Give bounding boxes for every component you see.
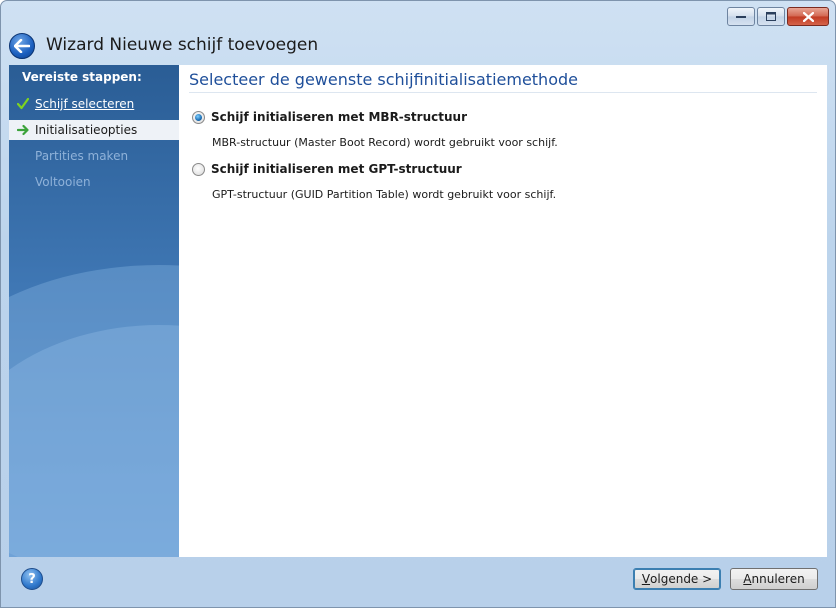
window-title: Wizard Nieuwe schijf toevoegen [46,35,319,55]
page-title: Selecteer de gewenste schijfinitialisati… [189,70,578,89]
help-icon: ? [28,571,36,587]
sidebar-step-select-disk[interactable]: Schijf selecteren [9,94,179,114]
sidebar-step-finish: Voltooien [9,172,179,192]
mbr-option-label[interactable]: Schijf initialiseren met MBR-structuur [211,110,467,124]
close-icon [802,11,814,22]
gpt-option-label[interactable]: Schijf initialiseren met GPT-structuur [211,162,462,176]
title-bar: Wizard Nieuwe schijf toevoegen [1,1,835,65]
window-controls [727,7,829,26]
title-divider [189,92,817,93]
back-arrow-icon [14,39,30,53]
next-label: olgende > [650,572,713,586]
sidebar-step-init-options: Initialisatieopties [9,120,179,140]
maximize-button[interactable] [757,7,785,26]
back-button[interactable] [9,33,35,59]
steps-sidebar: Vereiste stappen: Schijf selecteren Init… [9,65,179,557]
maximize-icon [766,12,776,21]
sidebar-step-label: Initialisatieopties [35,123,138,137]
sidebar-header: Vereiste stappen: [22,70,142,84]
gpt-description: GPT-structuur (GUID Partition Table) wor… [212,188,557,201]
wizard-window: Wizard Nieuwe schijf toevoegen Vereiste … [0,0,836,608]
cancel-accelerator: A [743,572,752,586]
sidebar-step-label: Schijf selecteren [35,97,135,111]
checkmark-icon [15,96,31,112]
minimize-icon [736,15,746,18]
mbr-description: MBR-structuur (Master Boot Record) wordt… [212,136,558,149]
gpt-radio[interactable] [192,162,205,176]
next-accelerator: V [641,572,651,586]
arrow-right-icon [15,122,31,138]
sidebar-step-label: Voltooien [35,175,91,189]
next-button[interactable]: Volgende > [633,568,721,590]
cancel-button[interactable]: Annuleren [730,568,818,590]
wizard-footer: ? Volgende > Annuleren [9,557,827,599]
sidebar-step-create-partitions: Partities maken [9,146,179,166]
mbr-radio[interactable] [192,110,205,124]
minimize-button[interactable] [727,7,755,26]
gpt-option[interactable]: Schijf initialiseren met GPT-structuur [192,162,462,176]
close-button[interactable] [787,7,829,26]
main-content: Selecteer de gewenste schijfinitialisati… [179,65,827,557]
sidebar-step-label: Partities maken [35,149,129,163]
sidebar-decoration [9,325,179,557]
help-button[interactable]: ? [21,568,43,590]
cancel-label: nnuleren [751,572,805,586]
mbr-option[interactable]: Schijf initialiseren met MBR-structuur [192,110,467,124]
